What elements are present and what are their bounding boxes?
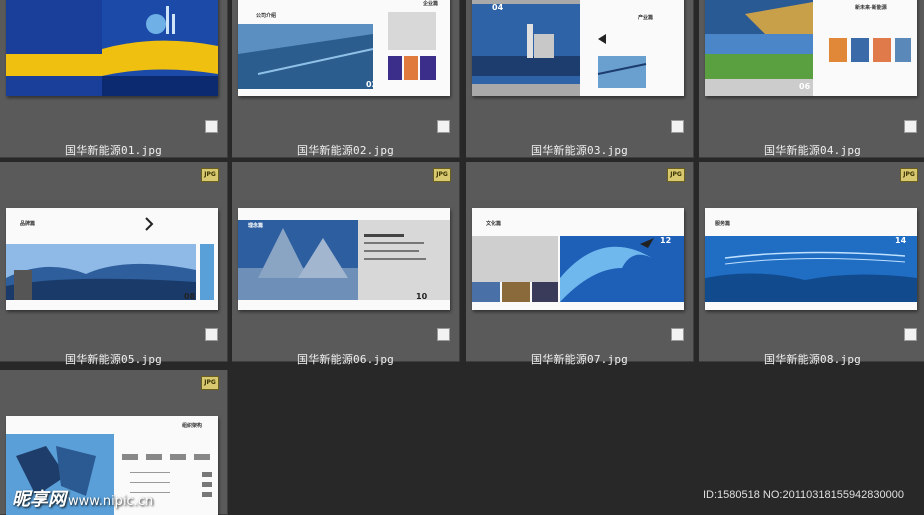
thumbnail-image[interactable]: 服务篇 14 bbox=[705, 208, 917, 310]
thumbnail-tile[interactable]: 06 新未来·新能源 国华新能源04.jpg bbox=[699, 0, 924, 158]
thumbnail-tile[interactable]: JPG 文化篇 12 国华新能源07.jpg bbox=[466, 162, 694, 366]
file-name: 国华新能源04.jpg bbox=[764, 144, 861, 157]
select-checkbox[interactable] bbox=[904, 120, 917, 133]
section-title: 产业篇 bbox=[638, 15, 654, 21]
page-number: 14 bbox=[895, 236, 907, 245]
watermark-brand: 昵享网 bbox=[12, 489, 66, 510]
thumbnail-grid: 国华新能源01.jpg 公司介绍 企业篇 02 国华新能源02.jpg 04 产… bbox=[0, 0, 924, 515]
select-checkbox[interactable] bbox=[205, 120, 218, 133]
watermark-url: www.nipic.cn bbox=[68, 494, 154, 509]
page-number: 08 bbox=[184, 292, 196, 301]
file-name: 国华新能源07.jpg bbox=[531, 353, 628, 366]
file-name: 国华新能源08.jpg bbox=[764, 353, 861, 366]
thumbnail-tile[interactable]: JPG 理念篇 10 国华新能源06.jpg bbox=[232, 162, 460, 366]
jpg-badge-icon: JPG bbox=[433, 168, 451, 182]
watermark-logo: 昵享网 www.nipic.cn bbox=[12, 485, 153, 511]
select-checkbox[interactable] bbox=[437, 328, 450, 341]
page-number: 12 bbox=[660, 236, 672, 245]
cover-artwork bbox=[6, 0, 218, 96]
section-title: 品牌篇 bbox=[20, 221, 36, 227]
page-number: 02 bbox=[366, 80, 378, 89]
page-artwork bbox=[705, 208, 917, 310]
section-title: 理念篇 bbox=[248, 223, 264, 229]
section-title: 企业篇 bbox=[423, 1, 439, 7]
section-title: 新未来·新能源 bbox=[855, 5, 887, 11]
thumbnail-image[interactable]: 04 产业篇 bbox=[472, 0, 684, 96]
thumbnail-tile[interactable]: 公司介绍 企业篇 02 国华新能源02.jpg bbox=[232, 0, 460, 158]
page-artwork bbox=[705, 0, 917, 96]
select-checkbox[interactable] bbox=[205, 328, 218, 341]
jpg-badge-icon: JPG bbox=[201, 376, 219, 390]
section-title: 文化篇 bbox=[486, 221, 502, 227]
image-id-text: ID:1580518 NO:20110318155942830000 bbox=[702, 489, 904, 501]
jpg-badge-icon: JPG bbox=[667, 168, 685, 182]
page-number: 10 bbox=[416, 292, 428, 301]
file-name: 国华新能源02.jpg bbox=[297, 144, 394, 157]
select-checkbox[interactable] bbox=[437, 120, 450, 133]
file-name: 国华新能源01.jpg bbox=[65, 144, 162, 157]
file-name: 国华新能源05.jpg bbox=[65, 353, 162, 366]
page-number: 06 bbox=[799, 82, 811, 91]
select-checkbox[interactable] bbox=[904, 328, 917, 341]
thumbnail-tile[interactable]: JPG 品牌篇 08 国华新能源05.jpg bbox=[0, 162, 228, 366]
thumbnail-image[interactable]: 理念篇 10 bbox=[238, 208, 450, 310]
section-title: 公司介绍 bbox=[256, 13, 277, 19]
file-name: 国华新能源06.jpg bbox=[297, 353, 394, 366]
thumbnail-image[interactable]: 文化篇 12 bbox=[472, 208, 684, 310]
jpg-badge-icon: JPG bbox=[900, 168, 918, 182]
page-number: 04 bbox=[492, 3, 504, 12]
thumbnail-image[interactable]: 06 新未来·新能源 bbox=[705, 0, 917, 96]
thumbnail-tile[interactable]: 04 产业篇 国华新能源03.jpg bbox=[466, 0, 694, 158]
thumbnail-tile[interactable]: 国华新能源01.jpg bbox=[0, 0, 228, 158]
jpg-badge-icon: JPG bbox=[201, 168, 219, 182]
section-title: 组织架构 bbox=[182, 423, 203, 429]
section-title: 服务篇 bbox=[715, 221, 731, 227]
page-artwork bbox=[472, 208, 684, 310]
thumbnail-image[interactable]: 品牌篇 08 bbox=[6, 208, 218, 310]
select-checkbox[interactable] bbox=[671, 120, 684, 133]
thumbnail-image[interactable]: 公司介绍 企业篇 02 bbox=[238, 0, 450, 96]
thumbnail-image[interactable] bbox=[6, 0, 218, 96]
select-checkbox[interactable] bbox=[671, 328, 684, 341]
thumbnail-tile[interactable]: JPG 服务篇 14 国华新能源08.jpg bbox=[699, 162, 924, 366]
file-name: 国华新能源03.jpg bbox=[531, 144, 628, 157]
